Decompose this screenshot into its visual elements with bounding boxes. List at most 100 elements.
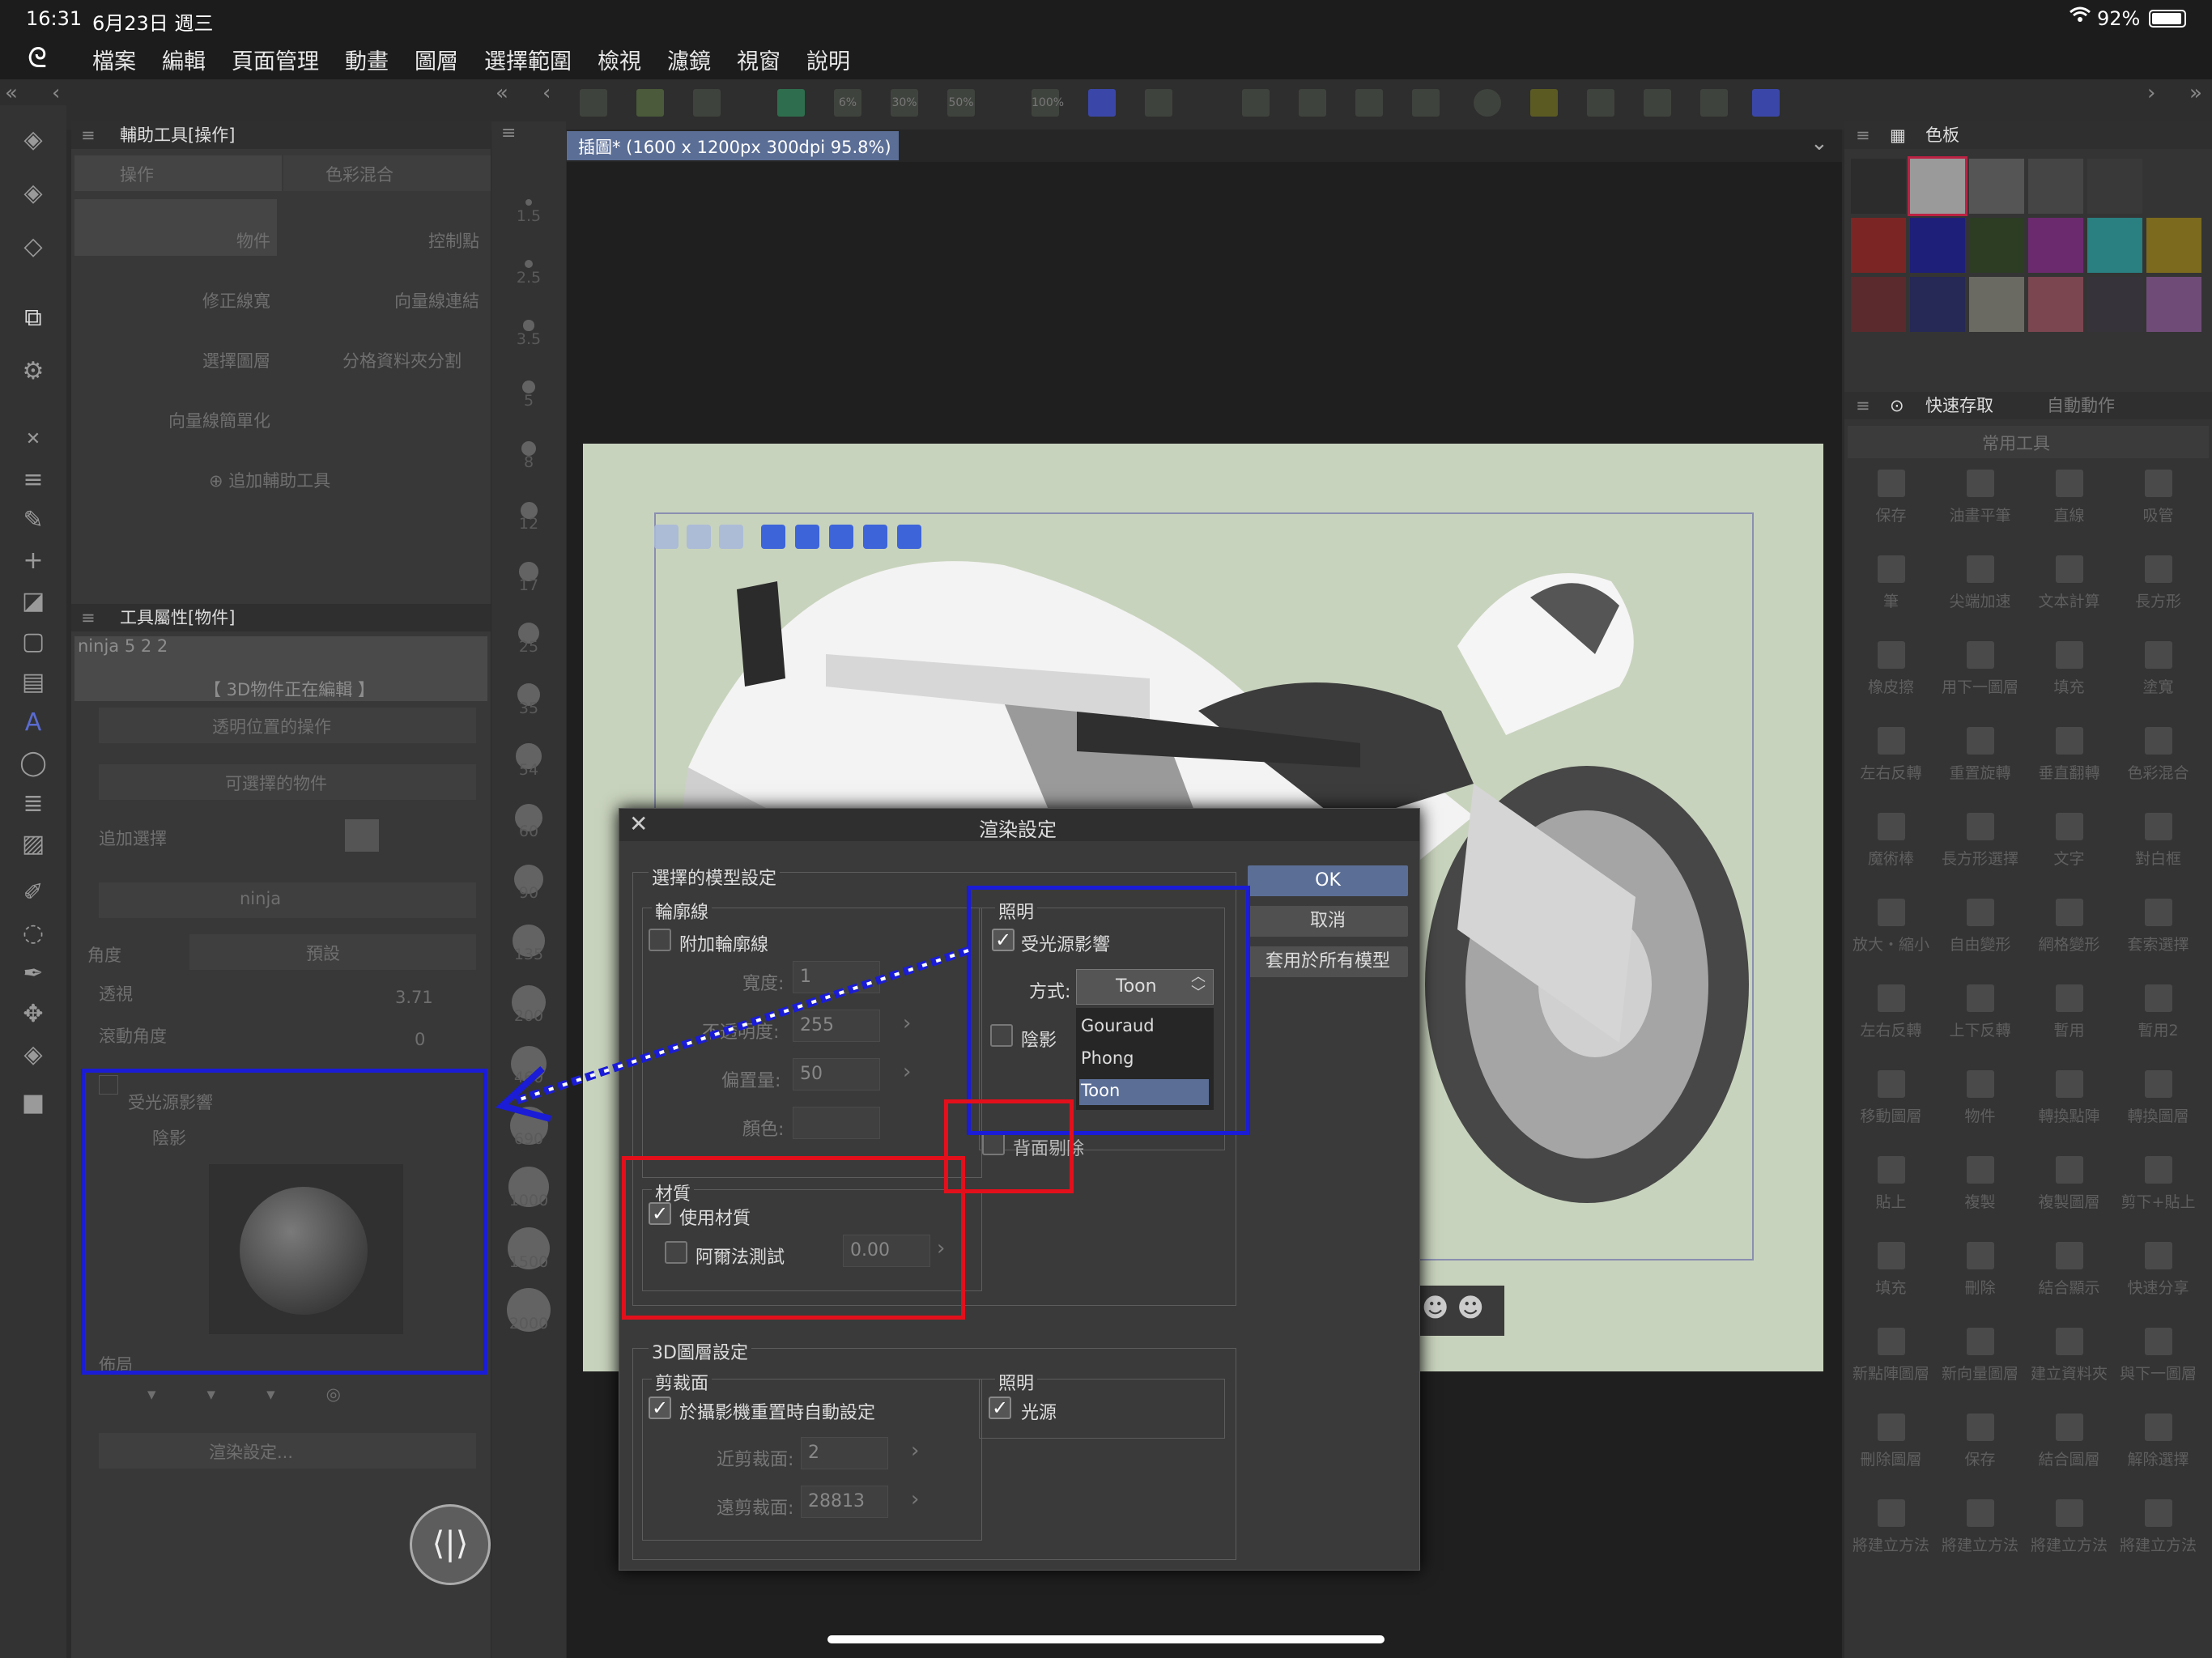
quick-access-item[interactable]: 與下一圖層	[2115, 1328, 2201, 1384]
quick-access-item[interactable]: 解除選擇	[2115, 1414, 2201, 1469]
quick-access-item[interactable]: 橡皮擦	[1848, 641, 1934, 697]
quick-access-item[interactable]: 快速分享	[2115, 1242, 2201, 1298]
chevron-left-icon-2[interactable]: ‹	[542, 81, 551, 105]
menu-filter[interactable]: 濾鏡	[667, 44, 711, 75]
quick-access-item[interactable]: 自由變形	[1937, 899, 2023, 954]
menu-help[interactable]: 說明	[806, 44, 850, 75]
chevron-down-icon[interactable]: ⌄	[1810, 131, 1828, 155]
color-swatch[interactable]	[2028, 277, 2083, 332]
menu-icon-4[interactable]: ≡	[1856, 121, 1870, 149]
collapse-right-icon[interactable]: »	[2189, 81, 2202, 105]
selectable-objects-select[interactable]: 可選擇的物件	[99, 764, 476, 800]
quick-access-item[interactable]: 網格變形	[2026, 899, 2112, 954]
tb-icon-12[interactable]	[1700, 89, 1728, 117]
menu-view[interactable]: 檢視	[598, 44, 641, 75]
render-settings-button[interactable]: 渲染設定...	[99, 1433, 476, 1469]
subtool-simplify-vector[interactable]: 向量線簡單化	[74, 379, 277, 436]
brush-size-dot[interactable]	[524, 259, 534, 269]
tool-settings-icon[interactable]: ⚙	[15, 353, 52, 390]
home-indicator[interactable]	[827, 1635, 1385, 1643]
quick-access-item[interactable]: 移動圖層	[1848, 1070, 1934, 1126]
tb-icon-4[interactable]	[777, 89, 805, 117]
tool-object-icon[interactable]: ◈	[15, 1036, 52, 1073]
tb-icon-9[interactable]	[1474, 89, 1501, 117]
tab-operation[interactable]: 操作	[74, 155, 282, 191]
collapse-mid-icon[interactable]: «	[496, 81, 508, 105]
color-swatch[interactable]	[2146, 159, 2201, 214]
menu-icon-5[interactable]: ≡	[1856, 392, 1870, 419]
tool-ruler-icon[interactable]: ≣	[15, 785, 52, 823]
color-swatch[interactable]	[1969, 218, 2024, 273]
apply-all-button[interactable]: 套用於所有模型	[1248, 946, 1408, 977]
quick-access-item[interactable]: 將建立方法	[2026, 1499, 2112, 1555]
color-swatch-icon[interactable]: ■	[15, 1085, 52, 1122]
color-swatch[interactable]	[2146, 218, 2201, 273]
perspective-value[interactable]: 3.71	[395, 988, 433, 1007]
brush-size-dot[interactable]	[525, 199, 532, 206]
color-swatch[interactable]	[1969, 159, 2024, 214]
color-swatch[interactable]	[2087, 277, 2142, 332]
brush-size-dot[interactable]	[523, 320, 534, 331]
color-swatch[interactable]	[2087, 218, 2142, 273]
cancel-button[interactable]: 取消	[1248, 906, 1408, 937]
quick-access-item[interactable]: 物件	[1937, 1070, 2023, 1126]
zoom-50-icon[interactable]: 50%	[947, 89, 975, 117]
close-icon[interactable]: ✕	[15, 421, 52, 458]
near-input[interactable]: 2	[801, 1437, 888, 1469]
add-subtool-button[interactable]: ⊕ 追加輔助工具	[209, 468, 330, 492]
color-swatch[interactable]	[2028, 218, 2083, 273]
quick-access-item[interactable]: 刪除	[1937, 1242, 2023, 1298]
menu-selection[interactable]: 選擇範圍	[484, 44, 572, 75]
color-swatch[interactable]	[1908, 156, 1967, 216]
quick-access-item[interactable]: 直線	[2026, 470, 2112, 525]
quick-access-item[interactable]: 左右反轉	[1848, 984, 1934, 1040]
color-swatch[interactable]	[1851, 218, 1906, 273]
subtool-connect-vector[interactable]: 向量線連結	[283, 259, 486, 316]
zoom-30-icon[interactable]: 30%	[891, 89, 918, 117]
tool-cross-icon[interactable]: +	[15, 542, 52, 580]
model-tool-pad[interactable]: ☻ ☻	[1410, 1286, 1504, 1336]
tool-fill-icon[interactable]: ▨	[15, 826, 52, 863]
quick-access-item[interactable]: 剪下+貼上	[2115, 1156, 2201, 1212]
tool-brush-icon[interactable]: ✐	[15, 874, 52, 912]
color-swatch[interactable]	[2146, 277, 2201, 332]
tool-balloon-icon[interactable]: ◯	[15, 745, 52, 782]
close-icon-dialog[interactable]: ✕	[629, 810, 648, 837]
near-arrow-icon[interactable]: ›	[911, 1439, 919, 1463]
quick-access-item[interactable]: 新向量圖層	[1937, 1328, 2023, 1384]
quick-access-item[interactable]: 暫用	[2026, 984, 2112, 1040]
grid-icon[interactable]	[1145, 89, 1172, 117]
quick-access-item[interactable]: 將建立方法	[2115, 1499, 2201, 1555]
tb-icon-3[interactable]	[693, 89, 721, 117]
tb-icon-7[interactable]	[1355, 89, 1383, 117]
tb-icon-1[interactable]	[580, 89, 607, 117]
quick-set-select[interactable]: 常用工具	[1848, 426, 2209, 458]
menu-icon[interactable]: ≡	[81, 121, 96, 149]
pen-blue-icon-2[interactable]	[1752, 89, 1780, 117]
quick-access-item[interactable]: 貼上	[1848, 1156, 1934, 1212]
tool-move-icon[interactable]: ✥	[15, 996, 52, 1033]
quick-access-item[interactable]: 新點陣圖層	[1848, 1328, 1934, 1384]
color-swatch[interactable]	[2028, 159, 2083, 214]
tab-auto-action[interactable]: 自動動作	[2047, 392, 2115, 419]
quick-access-item[interactable]: 建立資料夾	[2026, 1328, 2112, 1384]
quick-access-item[interactable]: 對白框	[2115, 813, 2201, 869]
quick-access-item[interactable]: 文本計算	[2026, 555, 2112, 611]
quick-access-item[interactable]: 套索選擇	[2115, 899, 2201, 954]
roll-value[interactable]: 0	[415, 1030, 425, 1049]
quick-access-item[interactable]: 尖端加速	[1937, 555, 2023, 611]
quick-access-item[interactable]: 刪除圖層	[1848, 1414, 1934, 1469]
quick-access-item[interactable]: 塗寬	[2115, 641, 2201, 697]
quick-access-item[interactable]: 複製圖層	[2026, 1156, 2112, 1212]
tb-icon-8[interactable]	[1412, 89, 1440, 117]
far-arrow-icon[interactable]: ›	[911, 1487, 919, 1511]
quick-access-item[interactable]: 將建立方法	[1848, 1499, 1934, 1555]
color-swatch[interactable]	[1969, 277, 2024, 332]
tool-operation-icon[interactable]: ◈	[15, 121, 52, 159]
quick-access-item[interactable]: 垂直翻轉	[2026, 727, 2112, 783]
quick-access-item[interactable]: 保存	[1937, 1414, 2023, 1469]
search-icon[interactable]: ⊙	[1890, 392, 1904, 419]
angle-preset-select[interactable]: 預設	[189, 934, 476, 970]
quick-access-item[interactable]: 文字	[2026, 813, 2112, 869]
color-swatch[interactable]	[1851, 159, 1906, 214]
